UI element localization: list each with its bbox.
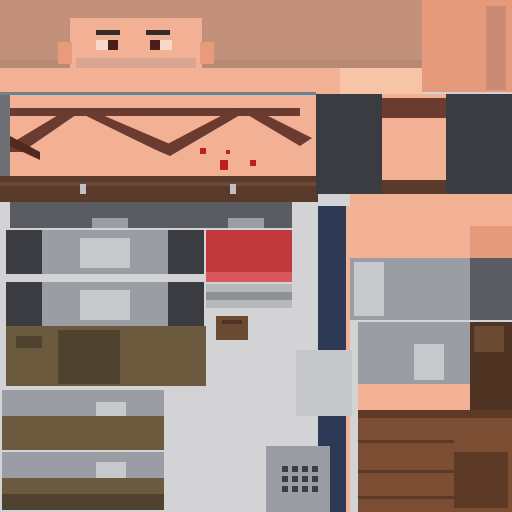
belt-highlight <box>0 182 318 186</box>
leg-section-upper-strip <box>16 336 42 348</box>
arm-armor-left-upper-dark2 <box>168 230 204 274</box>
vent-grate <box>282 466 318 492</box>
head-side-strip <box>486 6 506 90</box>
face-ear-left <box>58 42 72 64</box>
torso-side-belt <box>382 180 446 194</box>
eyebrow-right <box>146 30 170 35</box>
arm-armor-right-side <box>470 258 512 320</box>
eye-right <box>150 40 160 50</box>
blood-spot-4 <box>226 150 230 154</box>
blood-spot-1 <box>200 148 206 154</box>
boot-left-sole <box>2 494 164 510</box>
arm-armor-left-upper-light <box>80 238 130 268</box>
pouch-strap <box>222 320 242 324</box>
eye-white-right <box>160 40 172 50</box>
red-cloth-lower <box>206 272 292 282</box>
face-ear-right <box>200 42 214 64</box>
belt-buckle-right <box>230 184 236 194</box>
gray-swatch-dark <box>206 292 292 300</box>
boot-right-plank-3 <box>358 496 454 499</box>
leg-section-lower-plate <box>96 402 126 416</box>
leg-section-upper-dark <box>58 330 120 384</box>
belt <box>0 176 318 202</box>
red-cloth-swatch <box>206 230 292 272</box>
blood-spot-2 <box>220 160 228 170</box>
boot-right-band <box>358 410 512 418</box>
arm-skin-right-shade <box>470 226 512 258</box>
belt-buckle-left <box>80 184 86 194</box>
blood-spot-3 <box>250 160 256 166</box>
torso-side-strap <box>382 98 446 118</box>
boot-left-plate <box>96 462 126 478</box>
arm-armor-right-upper-light <box>354 262 384 316</box>
boot-right-plank-2 <box>358 470 454 473</box>
leg-section-lower-steel <box>2 390 164 416</box>
chest-straps <box>10 108 312 160</box>
arm-armor-left-lower-light <box>80 290 130 320</box>
noise-patch <box>296 350 352 416</box>
waist-plate-left <box>92 218 128 228</box>
eye-left <box>108 40 118 50</box>
skin-band-right <box>340 68 422 94</box>
eye-white-left <box>96 40 108 50</box>
arm-armor-left-lower-dark2 <box>168 282 204 326</box>
waist-plate-right <box>228 218 264 228</box>
leg-skin-right <box>358 384 470 410</box>
skin-texture-atlas <box>0 0 512 512</box>
arm-armor-right-lower-light <box>414 344 444 380</box>
eyebrow-left <box>96 30 120 35</box>
arm-armor-left-upper-dark <box>6 230 42 274</box>
arm-leather-side-light <box>474 326 504 352</box>
arm-armor-left-lower-dark <box>6 282 42 326</box>
skin-band <box>0 68 340 94</box>
boot-left-steel <box>2 452 164 478</box>
boot-right-plank-1 <box>358 440 454 443</box>
boot-right-panel <box>454 452 508 508</box>
